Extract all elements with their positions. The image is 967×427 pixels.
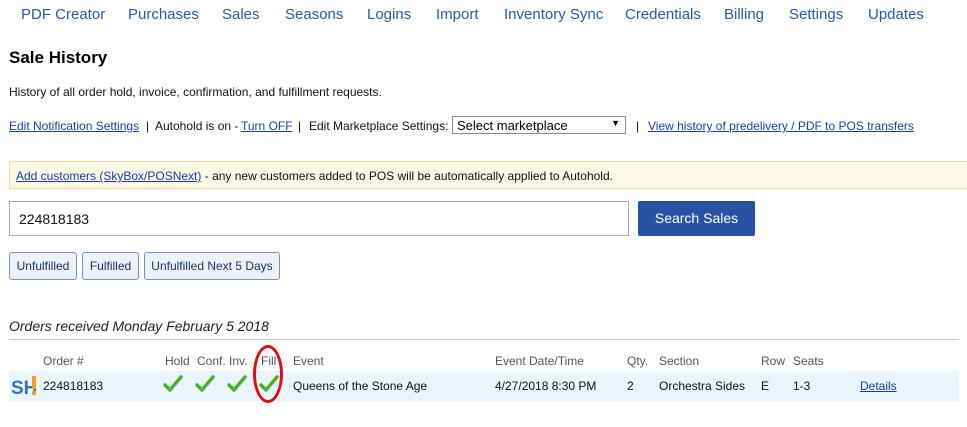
stubhub-logo-icon: SH [11,376,37,398]
divider [9,339,959,340]
top-navigation: PDF Creator Purchases Sales Seasons Logi… [0,0,967,30]
filter-unfulfilled-button[interactable]: Unfulfilled [9,252,77,280]
separator: | [298,119,302,133]
quantity: 2 [627,379,634,393]
nav-import[interactable]: Import [436,6,479,23]
column-header-inv: Inv. [229,354,248,368]
row: E [761,379,770,393]
filter-unfulfilled-next-5-days-button[interactable]: Unfulfilled Next 5 Days [144,252,280,280]
nav-pdf-creator[interactable]: PDF Creator [21,6,105,23]
filter-fulfilled-button[interactable]: Fulfilled [82,252,139,280]
event-datetime: 4/27/2018 8:30 PM [495,379,597,393]
column-header-qty: Qty. [627,354,649,368]
inv-checkmark-icon [227,375,247,392]
fill-column-highlight-circle [253,345,283,403]
nav-credentials[interactable]: Credentials [625,6,701,23]
nav-settings[interactable]: Settings [789,6,843,23]
separator: | [636,119,640,133]
nav-logins[interactable]: Logins [367,6,411,23]
column-header-section: Section [659,354,700,368]
add-customers-link[interactable]: Add customers (SkyBox/POSNext) [16,169,201,183]
marketplace-settings-label: Edit Marketplace Settings: [309,119,449,133]
page-title: Sale History [9,48,108,67]
hold-checkmark-icon [163,375,183,392]
nav-sales[interactable]: Sales [222,6,260,23]
page-description: History of all order hold, invoice, conf… [9,85,382,99]
nav-inventory-sync[interactable]: Inventory Sync [504,6,603,23]
nav-billing[interactable]: Billing [724,6,764,23]
order-number: 224818183 [43,379,104,393]
dropdown-arrow-icon: ▼ [611,118,620,128]
nav-seasons[interactable]: Seasons [285,6,343,23]
column-header-seats: Seats [793,354,824,368]
nav-purchases[interactable]: Purchases [128,6,199,23]
search-sales-button[interactable]: Search Sales [638,201,755,236]
autohold-notice-banner: Add customers (SkyBox/POSNext) - any new… [9,161,967,189]
separator: | [146,119,150,133]
column-header-order: Order # [43,354,84,368]
autohold-status: Autohold is on - [155,119,239,133]
column-header-hold: Hold [165,354,190,368]
conf-checkmark-icon [195,375,215,392]
section: Orchestra Sides [659,379,746,393]
column-header-row: Row [761,354,786,368]
logo-bang-icon [32,376,36,389]
orders-date-heading: Orders received Monday February 5 2018 [9,318,269,334]
banner-text: - any new customers added to POS will be… [204,169,613,183]
marketplace-select-value: Select marketplace [457,118,568,133]
table-row [9,371,959,401]
column-header-event: Event [293,354,324,368]
edit-notification-settings-link[interactable]: Edit Notification Settings [9,119,139,133]
details-link[interactable]: Details [860,379,897,393]
seats: 1-3 [793,379,811,393]
column-header-conf: Conf. [197,354,226,368]
marketplace-select[interactable]: Select marketplace ▼ [452,116,626,134]
sales-search-input[interactable]: 224818183 [9,201,629,236]
event-name: Queens of the Stone Age [293,379,428,393]
nav-updates[interactable]: Updates [868,6,924,23]
column-header-event-datetime: Event Date/Time [495,354,584,368]
turn-off-autohold-link[interactable]: Turn OFF [241,119,293,133]
view-predelivery-history-link[interactable]: View history of predelivery / PDF to POS… [648,119,914,133]
